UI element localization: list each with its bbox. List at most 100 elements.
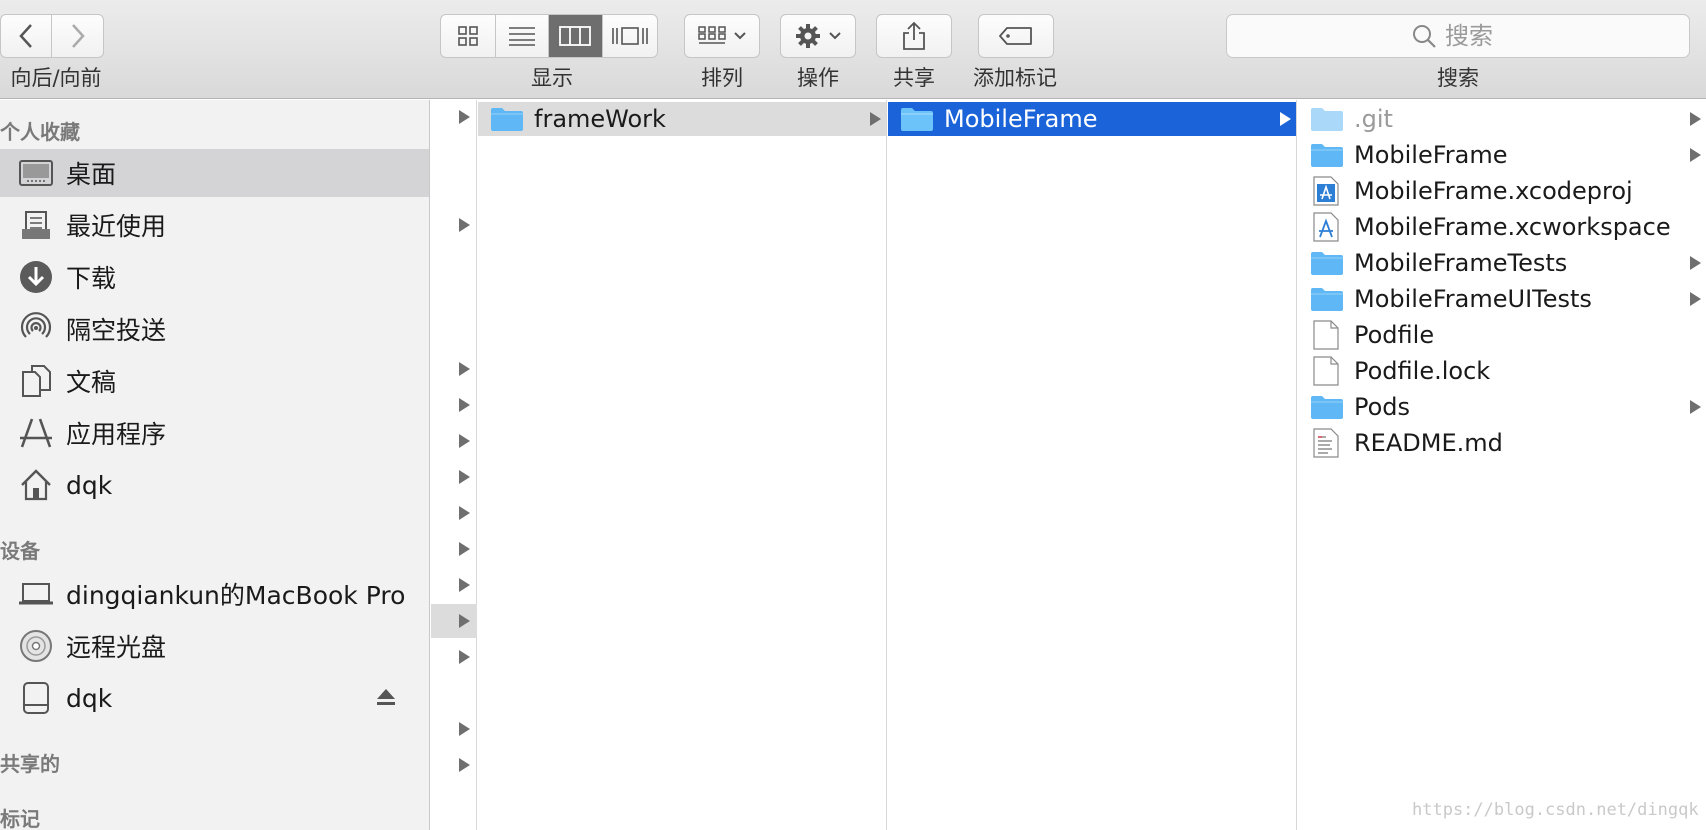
tag-icon [999, 27, 1032, 45]
folder-row-uitests[interactable]: MobileFrameUITests [1298, 282, 1706, 316]
folder-icon [1311, 288, 1343, 311]
folder-row-git[interactable]: .git [1298, 102, 1706, 136]
eject-button[interactable] [376, 688, 396, 710]
text-document-icon [1313, 428, 1339, 458]
disclosure-triangle-icon [1690, 400, 1701, 414]
sidebar-item-macbook[interactable]: dingqiankun的MacBook Pro [0, 570, 429, 618]
sidebar-item-recents[interactable]: 最近使用 [0, 201, 429, 249]
share-button[interactable] [876, 14, 952, 58]
column-3: MobileFrame [888, 100, 1297, 830]
back-button[interactable] [1, 15, 53, 57]
folder-icon [1311, 252, 1343, 275]
sidebar-item-airdrop[interactable]: 隔空投送 [0, 305, 429, 353]
sidebar-item-drive[interactable]: dqk [0, 674, 429, 722]
forward-button[interactable] [52, 15, 103, 57]
gear-icon [796, 24, 820, 48]
folder-icon [1311, 144, 1343, 167]
sidebar-item-label: dqk [66, 470, 113, 500]
search-field[interactable] [1226, 14, 1690, 58]
share-label: 共享 [893, 66, 935, 90]
xcode-project-icon [1313, 176, 1339, 206]
row-label: Podfile.lock [1354, 357, 1491, 385]
action-button[interactable] [780, 14, 856, 58]
document-icon [1313, 320, 1339, 350]
laptop-icon [18, 576, 54, 612]
folder-row-framework[interactable]: frameWork [478, 102, 886, 136]
nav-buttons [0, 14, 104, 58]
sidebar-item-label: 隔空投送 [66, 316, 167, 345]
finder-window: 向后/向前 显示 排列 操作 共享 添加标记 搜索 搜索 个人收藏 桌面 最近使… [0, 0, 1706, 830]
folder-row-mobileframe[interactable]: MobileFrame [1298, 138, 1706, 172]
disclosure-triangle-icon [459, 362, 470, 376]
column-row[interactable] [431, 532, 477, 566]
icon-view-button[interactable] [441, 15, 496, 57]
coverflow-view-button[interactable] [603, 15, 657, 57]
columns-icon [559, 26, 592, 46]
eject-icon [377, 689, 395, 705]
column-row[interactable] [431, 388, 477, 422]
disclosure-triangle-icon [459, 110, 470, 124]
column-row[interactable] [431, 640, 477, 674]
file-row-readme[interactable]: README.md [1298, 426, 1706, 460]
disclosure-triangle-icon [459, 758, 470, 772]
document-icon [1313, 356, 1339, 386]
share-icon [903, 21, 925, 50]
row-label: frameWork [534, 105, 666, 133]
applications-icon [18, 415, 54, 451]
xcode-workspace-icon [1313, 212, 1339, 242]
sidebar-item-applications[interactable]: 应用程序 [0, 409, 429, 457]
arrange-button[interactable] [684, 14, 760, 58]
home-icon [18, 467, 54, 503]
add-tag-button[interactable] [978, 14, 1054, 58]
watermark: https://blog.csdn.net/dingqk [1412, 800, 1699, 820]
column-row[interactable] [431, 496, 477, 530]
file-row-xcworkspace[interactable]: MobileFrame.xcworkspace [1298, 210, 1706, 244]
row-label: MobileFrameTests [1354, 249, 1568, 277]
airdrop-icon [18, 311, 54, 347]
chevron-down-icon [734, 32, 746, 40]
column-row-selected[interactable] [431, 604, 477, 638]
sidebar-item-home[interactable]: dqk [0, 461, 429, 509]
row-label: MobileFrame [944, 105, 1098, 133]
arrange-label: 排列 [701, 66, 743, 90]
folder-icon [1311, 108, 1343, 131]
row-label: MobileFrame.xcworkspace [1354, 213, 1671, 241]
disclosure-triangle-icon [1280, 112, 1291, 126]
column-view-button[interactable] [549, 15, 603, 57]
column-row[interactable] [431, 208, 477, 242]
column-row[interactable] [431, 100, 477, 134]
row-label: Pods [1354, 393, 1411, 421]
sidebar-item-label: 下载 [66, 264, 117, 293]
sidebar-item-documents[interactable]: 文稿 [0, 357, 429, 405]
column-row[interactable] [431, 460, 477, 494]
sidebar-item-downloads[interactable]: 下载 [0, 253, 429, 301]
disclosure-triangle-icon [459, 542, 470, 556]
search-input[interactable] [1445, 22, 1505, 50]
folder-row-mobileframe[interactable]: MobileFrame [888, 102, 1296, 136]
sidebar-item-remote-disc[interactable]: 远程光盘 [0, 622, 429, 670]
coverflow-icon [611, 27, 648, 45]
action-label: 操作 [797, 66, 839, 90]
folder-row-tests[interactable]: MobileFrameTests [1298, 246, 1706, 280]
disclosure-triangle-icon [459, 578, 470, 592]
toolbar: 向后/向前 显示 排列 操作 共享 添加标记 搜索 搜索 [0, 0, 1706, 99]
column-row[interactable] [431, 712, 477, 746]
downloads-icon [18, 259, 54, 295]
tags-header: 标记 [0, 807, 40, 830]
column-row[interactable] [431, 424, 477, 458]
list-view-button[interactable] [496, 15, 549, 57]
column-row[interactable] [431, 352, 477, 386]
disc-icon [18, 628, 54, 664]
nav-label: 向后/向前 [10, 66, 102, 90]
file-row-podfile-lock[interactable]: Podfile.lock [1298, 354, 1706, 388]
disclosure-triangle-icon [459, 470, 470, 484]
column-row[interactable] [431, 568, 477, 602]
view-label: 显示 [531, 66, 573, 90]
drive-icon [18, 680, 54, 716]
sidebar-item-desktop[interactable]: 桌面 [0, 149, 429, 197]
file-row-podfile[interactable]: Podfile [1298, 318, 1706, 352]
folder-row-pods[interactable]: Pods [1298, 390, 1706, 424]
column-row[interactable] [431, 748, 477, 782]
file-row-xcodeproj[interactable]: MobileFrame.xcodeproj [1298, 174, 1706, 208]
desktop-icon [18, 155, 54, 191]
